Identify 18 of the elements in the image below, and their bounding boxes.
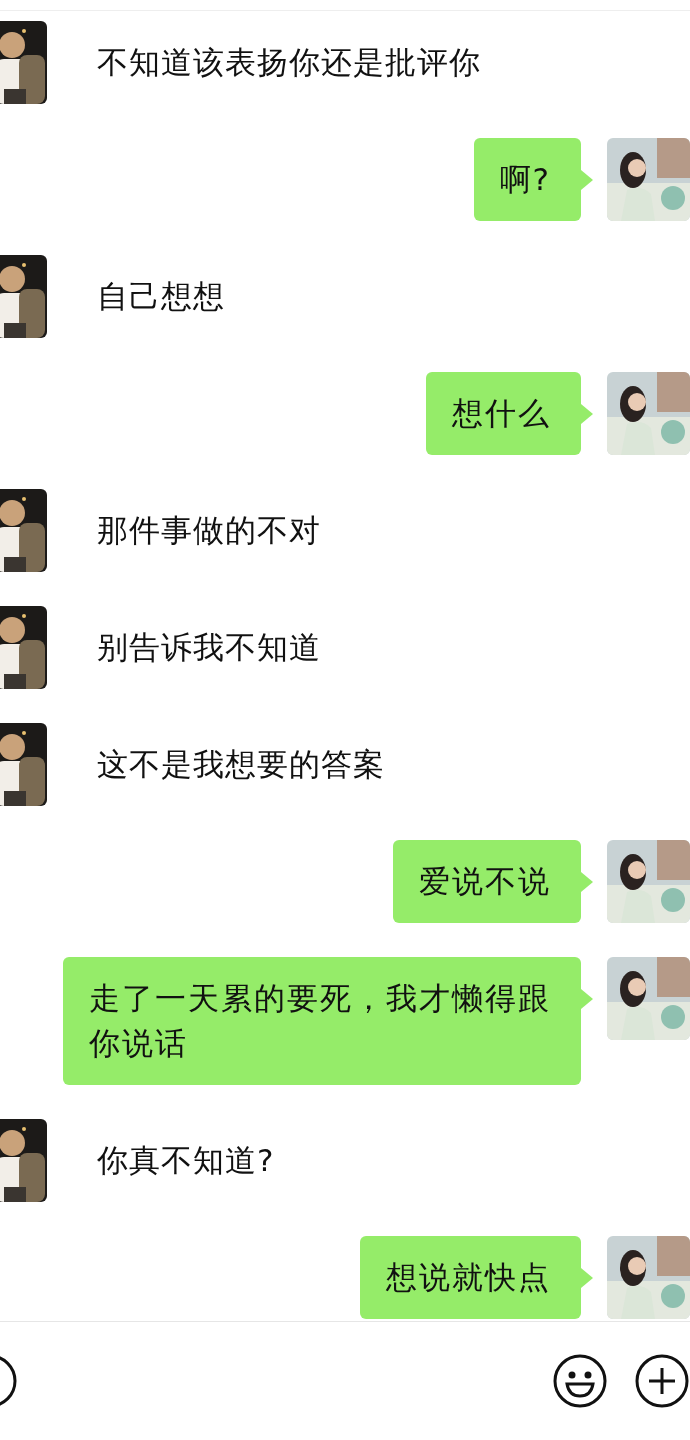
add-icon[interactable] <box>635 1354 689 1408</box>
message-text: 那件事做的不对 <box>97 511 321 550</box>
chat-bubble: 爱说不说 <box>393 840 581 923</box>
chat-bubble: 想说就快点 <box>360 1236 581 1319</box>
emoji-icon[interactable] <box>553 1354 607 1408</box>
chat-bubble: 走了一天累的要死，我才懒得跟你说话 <box>63 957 581 1085</box>
bubble-tail <box>581 404 593 424</box>
message-text: 不知道该表扬你还是批评你 <box>97 43 481 82</box>
message-text: 自己想想 <box>97 277 225 316</box>
message-text: 你真不知道? <box>97 1141 275 1180</box>
bubble-tail <box>581 989 593 1009</box>
chat-bubble: 啊? <box>473 138 581 221</box>
chat-bubble: 想什么 <box>426 372 581 455</box>
bubble-tail <box>581 872 593 892</box>
bubble-tail <box>581 1268 593 1288</box>
message-text: 这不是我想要的答案 <box>97 745 385 784</box>
bubble-tail <box>581 170 593 190</box>
message-text: 别告诉我不知道 <box>97 628 321 667</box>
